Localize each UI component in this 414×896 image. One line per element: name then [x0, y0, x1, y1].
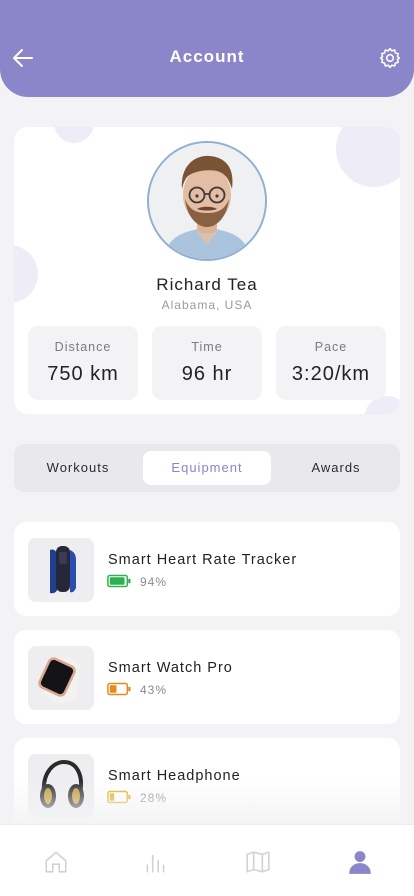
- bottom-nav: [0, 824, 414, 896]
- equipment-name: Smart Headphone: [108, 768, 241, 784]
- app-header: Account: [0, 0, 414, 97]
- gear-icon: [379, 47, 401, 69]
- home-icon: [45, 851, 67, 873]
- stat-label: Distance: [54, 340, 112, 354]
- decorative-circle: [336, 127, 400, 187]
- stat-value: 96 hr: [181, 363, 233, 385]
- equipment-name: Smart Heart Rate Tracker: [108, 552, 298, 568]
- nav-home[interactable]: [41, 847, 71, 877]
- battery-icon: [107, 790, 131, 804]
- avatar[interactable]: [147, 141, 267, 261]
- battery-icon: [107, 682, 131, 696]
- page-title: Account: [169, 47, 245, 66]
- decorative-circle: [54, 127, 94, 143]
- avatar-portrait-image: [149, 143, 265, 259]
- battery-percent: 28%: [140, 791, 168, 805]
- equipment-item[interactable]: Smart Heart Rate Tracker 94%: [14, 522, 400, 616]
- equipment-name: Smart Watch Pro: [108, 660, 233, 676]
- stat-label: Time: [191, 340, 223, 354]
- stat-time: Time 96 hr: [152, 326, 262, 400]
- stat-distance: Distance 750 km: [28, 326, 138, 400]
- tab-equipment[interactable]: Equipment: [143, 451, 271, 485]
- profile-card: Richard Tea Alabama, USA Distance 750 km…: [14, 127, 400, 414]
- segmented-tabs: Workouts Equipment Awards: [14, 444, 400, 492]
- settings-button[interactable]: [378, 46, 402, 70]
- battery-percent: 43%: [140, 683, 168, 697]
- stat-value: 750 km: [47, 363, 119, 385]
- user-icon: [349, 851, 371, 874]
- tab-awards[interactable]: Awards: [278, 451, 394, 485]
- smart-watch-image: [28, 646, 94, 710]
- fitness-tracker-image: [28, 538, 94, 602]
- stat-value: 3:20/km: [291, 363, 371, 385]
- battery-percent: 94%: [140, 575, 168, 589]
- map-icon: [246, 851, 270, 873]
- battery-icon: [107, 574, 131, 588]
- equipment-item[interactable]: Smart Watch Pro 43%: [14, 630, 400, 724]
- nav-profile[interactable]: [345, 847, 375, 877]
- stat-label: Pace: [314, 340, 348, 354]
- tab-workouts[interactable]: Workouts: [20, 451, 136, 485]
- stat-pace: Pace 3:20/km: [276, 326, 386, 400]
- headphone-image: [28, 754, 94, 818]
- nav-map[interactable]: [243, 847, 273, 877]
- nav-stats[interactable]: [141, 847, 171, 877]
- equipment-item[interactable]: Smart Headphone 28%: [14, 738, 400, 832]
- bar-chart-icon: [146, 854, 165, 873]
- profile-name: Richard Tea: [156, 275, 258, 294]
- profile-location: Alabama, USA: [161, 298, 253, 312]
